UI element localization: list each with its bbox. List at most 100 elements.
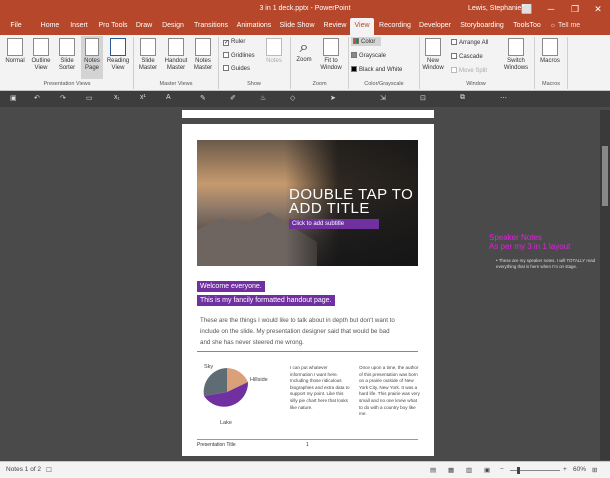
handout-master-icon [168,38,184,56]
slide-thumbnail[interactable]: DOUBLE TAP TO ADD TITLE Click to add sub… [197,140,418,266]
restore-button[interactable]: ❐ [563,0,587,18]
black-white-option[interactable]: Black and White [351,66,402,73]
tab-design[interactable]: Design [158,18,188,35]
footer-title: Presentation Title [197,442,236,448]
normal-view-icon[interactable]: ▥ [466,466,472,474]
pie-label-lake: Lake [220,420,232,426]
move-split-button[interactable]: Move Split [451,67,487,74]
notes-view-icon[interactable]: ▤ [430,466,436,474]
black-white-label: Black and White [359,67,403,73]
handout-column-1[interactable]: I can put whatever information I want he… [290,365,350,411]
zoom-out-icon[interactable]: − [500,466,504,473]
save-icon[interactable]: ▣ [10,94,17,102]
zoom-slider-thumb[interactable] [517,467,520,474]
notes-label: Notes [266,58,282,64]
tab-slide-show[interactable]: Slide Show [277,18,317,35]
fit-window-icon [323,38,339,56]
ribbon-display-icon[interactable]: ⬜ [515,0,539,18]
scroll-thumb[interactable] [602,146,608,206]
guides-checkbox[interactable]: Guides [223,65,250,72]
vertical-ruler[interactable] [0,118,8,458]
undo-icon[interactable]: ↶ [34,94,40,102]
fit-to-window-button[interactable]: Fit to Window [317,38,345,72]
highlight-icon[interactable]: ✎ [200,94,206,102]
reading-view-button[interactable]: Reading View [105,38,131,72]
slide-master-button[interactable]: Slide Master [136,38,160,72]
footer-page-number: 1 [306,442,309,448]
arrange-icon[interactable]: ⧉ [460,94,465,102]
tab-pro-tools[interactable]: Pro Tools [95,18,131,35]
tab-draw[interactable]: Draw [133,18,155,35]
grayscale-option[interactable]: Grayscale [351,52,386,59]
tab-developer[interactable]: Developer [416,18,454,35]
slide-sorter-view-icon[interactable]: ▦ [448,466,454,474]
pie-chart[interactable] [200,362,254,418]
switch-windows-button[interactable]: Switch Windows [502,38,530,72]
fit-slide-icon[interactable]: ⊞ [592,466,597,474]
normal-view-button[interactable]: Normal [3,38,27,65]
ribbon-tabs: File Home Insert Pro Tools Draw Design T… [0,18,610,35]
superscript-icon[interactable]: x¹ [140,94,146,101]
tell-me-search[interactable]: ☼ Tell me [548,18,582,35]
master-views-group-label: Master Views [159,81,193,87]
more-icon[interactable]: ⋯ [500,94,507,102]
notes-master-button[interactable]: Notes Master [191,38,215,72]
accessibility-icon[interactable]: ☐ [46,466,52,474]
tab-toolstoo[interactable]: ToolsToo [510,18,544,35]
slide-title[interactable]: DOUBLE TAP TO ADD TITLE [289,187,418,216]
zoom-level[interactable]: 60% [573,466,586,473]
crop-icon[interactable]: ⊡ [420,94,426,102]
tab-storyboarding[interactable]: Storyboarding [457,18,507,35]
pen-icon[interactable]: ✐ [230,94,236,102]
slide-sorter-button[interactable]: Slide Sorter [55,38,79,72]
color-label: Color [361,39,376,45]
pointer-icon[interactable]: ➤ [330,94,336,102]
user-name[interactable]: Lewis, Stephanie [468,0,521,18]
tab-insert[interactable]: Insert [66,18,92,35]
handout-column-2[interactable]: Once upon a time, the author of this pre… [359,365,421,418]
outline-view-button[interactable]: Outline View [29,38,53,72]
vertical-scrollbar[interactable] [600,110,610,460]
ruler-checkbox[interactable]: ✓ Ruler [223,39,245,46]
handout-master-button[interactable]: Handout Master [162,38,190,72]
tab-view[interactable]: View [350,18,374,35]
arrange-icon [451,39,457,45]
tab-review[interactable]: Review [320,18,350,35]
subscript-icon[interactable]: x₁ [114,94,120,101]
tab-recording[interactable]: Recording [377,18,413,35]
close-button[interactable]: ✕ [586,0,610,18]
zoom-button[interactable]: ⌕ Zoom [293,38,315,64]
cascade-button[interactable]: Cascade [451,53,483,60]
minimize-button[interactable]: ─ [539,0,563,18]
highlight-welcome[interactable]: Welcome everyone. [197,281,265,292]
reading-view-icon[interactable]: ▣ [484,466,490,474]
notes-toggle-button[interactable]: Notes [263,38,285,65]
arrange-all-button[interactable]: Arrange All [451,39,488,46]
strikethrough-icon[interactable]: ▭ [86,94,93,102]
handout-body[interactable]: These are the things I would like to tal… [200,315,400,348]
tab-transitions[interactable]: Transitions [191,18,231,35]
gridlines-checkbox[interactable]: Gridlines [223,52,255,59]
horizontal-ruler[interactable] [182,110,434,118]
new-window-button[interactable]: New Window [421,38,445,72]
tab-home[interactable]: Home [37,18,63,35]
zoom-in-icon[interactable]: + [563,466,567,473]
color-option[interactable]: Color [351,37,381,46]
speaker-note-body: These are my speaker notes. I will TOTAL… [496,258,596,269]
shape-icon[interactable]: ◇ [290,94,295,102]
pie-label-sky: Sky [204,364,214,370]
notes-page-button[interactable]: Notes Page [81,36,103,79]
notes-page-label: Notes Page [84,58,100,71]
align-icon[interactable]: ⇲ [380,94,386,102]
slide-subtitle[interactable]: Click to add subtitle [289,219,379,229]
speaker-note-text[interactable]: • These are my speaker notes. I will TOT… [496,258,600,269]
tab-file[interactable]: File [5,18,27,35]
redo-icon[interactable]: ↷ [60,94,66,102]
speaker-notes-heading[interactable]: Speaker Notes As per my 3 in 1 layout [489,233,599,251]
highlight-handout[interactable]: This is my fancily formatted handout pag… [197,295,335,306]
macros-button[interactable]: Macros [538,38,562,65]
clear-format-icon[interactable]: A [166,94,171,101]
window-group-label: Window [466,81,486,87]
tab-animations[interactable]: Animations [234,18,274,35]
format-painter-icon[interactable]: ♨ [260,94,266,102]
